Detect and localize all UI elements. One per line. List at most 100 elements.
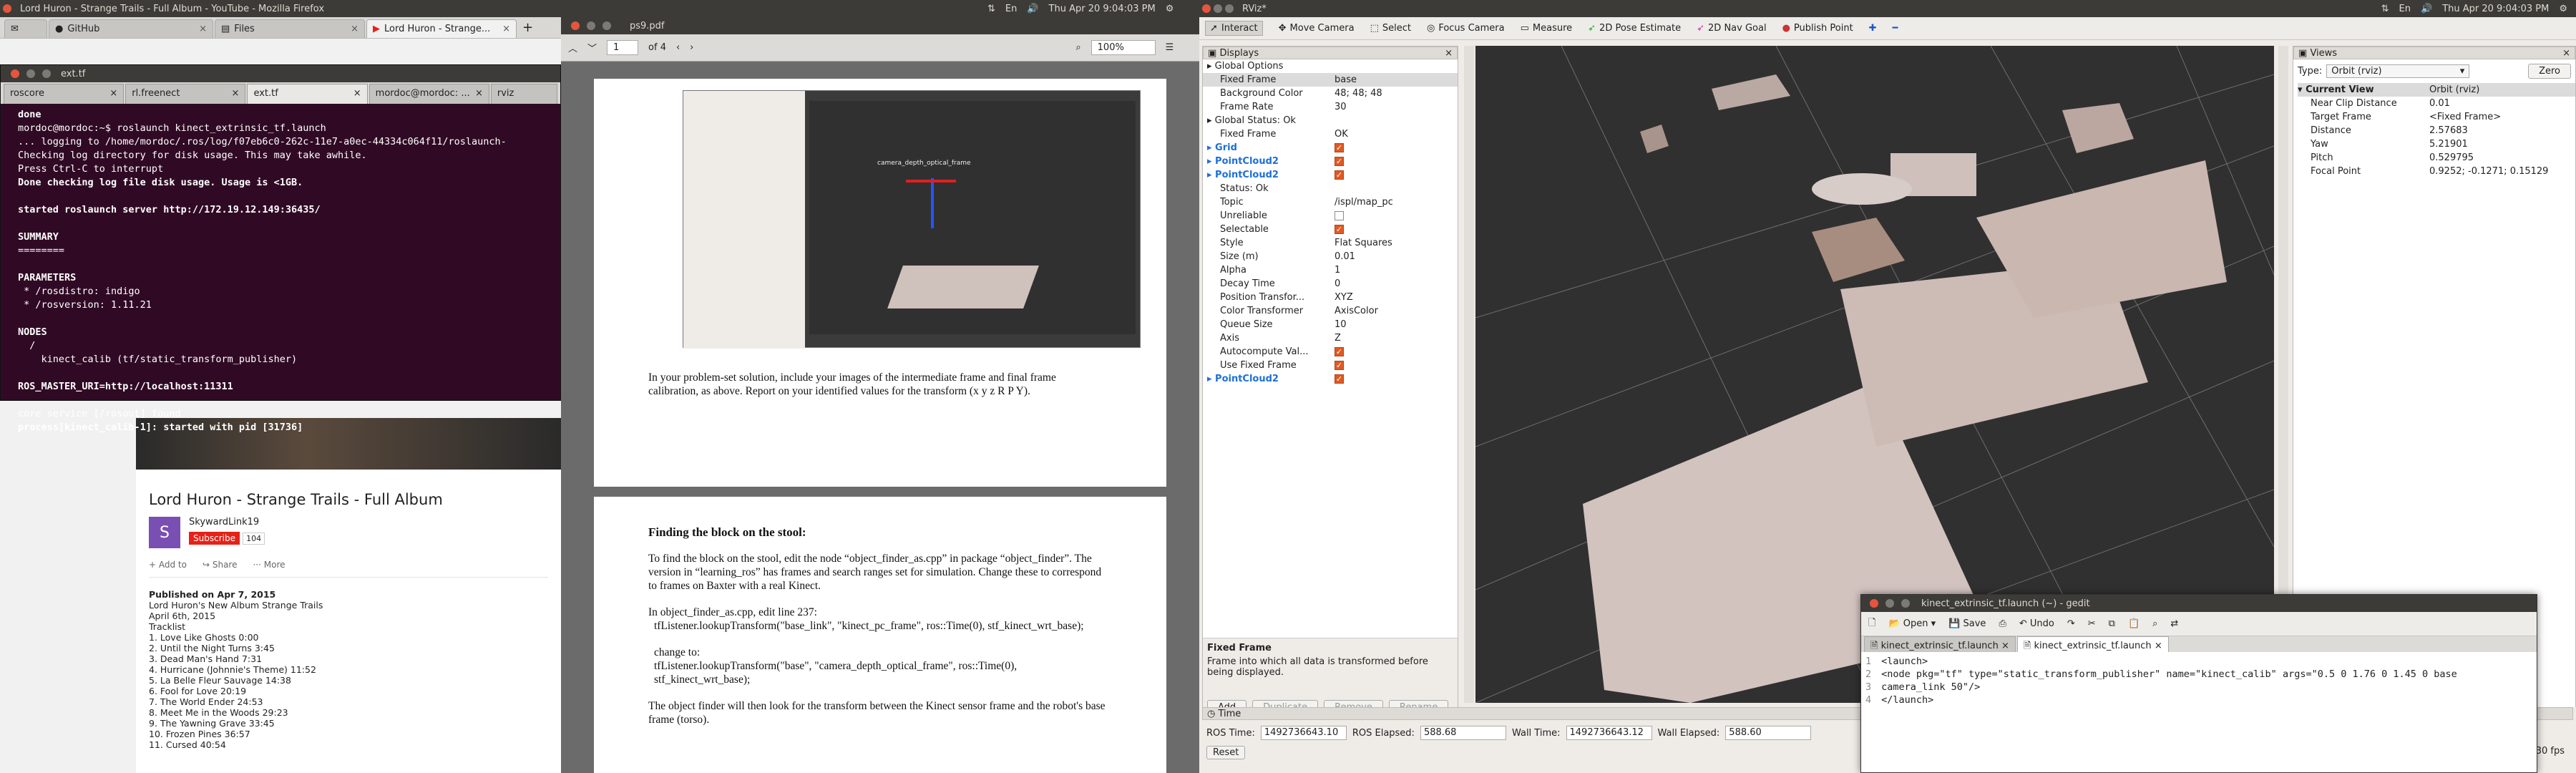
view-property-row[interactable]: Target Frame <Fixed Frame>	[2298, 110, 2575, 124]
print-icon[interactable]: ⎙	[1999, 618, 2006, 629]
display-property-row[interactable]: Status: Ok	[1203, 182, 1458, 195]
close-icon[interactable]: ×	[199, 24, 207, 34]
property-value[interactable]: 10	[1332, 318, 1458, 331]
minimize-icon[interactable]	[1885, 599, 1894, 608]
tab-youtube[interactable]: ▶ Lord Huron - Strange... ×	[366, 19, 517, 38]
settings-icon[interactable]: ⚙	[2559, 4, 2567, 14]
display-property-row[interactable]: Fixed Frame base	[1203, 73, 1458, 87]
property-value[interactable]: 0.529795	[2426, 151, 2575, 165]
checkbox[interactable]: ✓	[1335, 225, 1344, 234]
property-value[interactable]: 5.21901	[2426, 137, 2575, 151]
property-value[interactable]: ✓	[1332, 372, 1458, 386]
property-value[interactable]: 0	[1332, 277, 1458, 291]
redo-icon[interactable]: ↷	[2067, 618, 2075, 629]
current-view-row[interactable]: ▾ Current View Orbit (rviz)	[2298, 83, 2575, 97]
display-property-row[interactable]: Style Flat Squares	[1203, 236, 1458, 250]
display-property-row[interactable]: Autocompute Val... ✓	[1203, 345, 1458, 359]
minimize-icon[interactable]	[1214, 4, 1222, 13]
back-icon[interactable]: ‹	[676, 42, 680, 53]
close-icon[interactable]	[11, 69, 19, 78]
property-value[interactable]: 48; 48; 48	[1332, 87, 1458, 100]
view-property-row[interactable]: Yaw 5.21901	[2298, 137, 2575, 151]
splitter-left[interactable]	[1464, 46, 1474, 703]
property-value[interactable]: 0.9252; -0.1271; 0.15129	[2426, 165, 2575, 178]
replace-icon[interactable]: ⇄	[2170, 618, 2178, 629]
checkbox[interactable]: ✓	[1335, 143, 1344, 152]
view-property-row[interactable]: Near Clip Distance 0.01	[2298, 97, 2575, 110]
property-value[interactable]	[1332, 59, 1458, 73]
property-value[interactable]: ✓	[1332, 141, 1458, 155]
tab-files[interactable]: ▤ Files ×	[215, 19, 365, 38]
find-icon[interactable]: ⌕	[2152, 618, 2157, 629]
page-number-input[interactable]: 1	[607, 40, 639, 55]
clock[interactable]: Thu Apr 20 9:04:03 PM	[1049, 4, 1156, 14]
property-value[interactable]: 1	[1332, 263, 1458, 277]
close-icon[interactable]: ×	[502, 24, 510, 34]
checkbox[interactable]	[1335, 211, 1344, 220]
cut-icon[interactable]: ✂	[2088, 618, 2096, 629]
maximize-icon[interactable]	[602, 21, 611, 30]
open-button[interactable]: 📂 Open ▾	[1888, 618, 1936, 629]
close-icon[interactable]: ×	[109, 88, 117, 100]
maximize-icon[interactable]	[42, 69, 51, 78]
search-icon[interactable]: ⌕	[1075, 42, 1080, 53]
code-editor[interactable]: 1 <launch> 2 <node pkg="tf" type="static_…	[1861, 652, 2537, 709]
view-properties[interactable]: ▾ Current View Orbit (rviz) Near Clip Dis…	[2293, 83, 2575, 178]
settings-icon[interactable]: ⚙	[1166, 4, 1174, 14]
remove-tool-button[interactable]: ━	[1893, 23, 1898, 34]
property-value[interactable]	[1332, 209, 1458, 223]
terminal-tab[interactable]: rviz	[490, 84, 557, 104]
tool-measure[interactable]: ▭ Measure	[1521, 23, 1573, 34]
property-value[interactable]: ✓	[1332, 345, 1458, 359]
property-value[interactable]: ✓	[1332, 168, 1458, 182]
display-property-row[interactable]: Size (m) 0.01	[1203, 250, 1458, 263]
property-value[interactable]: OK	[1332, 127, 1458, 141]
close-icon[interactable]: ×	[2155, 641, 2162, 651]
close-icon[interactable]: ×	[351, 24, 358, 34]
display-property-row[interactable]: Frame Rate 30	[1203, 100, 1458, 114]
display-property-row[interactable]: ▸ PointCloud2 ✓	[1203, 372, 1458, 386]
add-to-button[interactable]: + Add to	[149, 560, 187, 570]
tab-gmail[interactable]: ✉	[4, 19, 47, 38]
property-value[interactable]: Flat Squares	[1332, 236, 1458, 250]
view-property-row[interactable]: Pitch 0.529795	[2298, 151, 2575, 165]
checkbox[interactable]: ✓	[1335, 347, 1344, 356]
terminal-tab-active[interactable]: ext.tf ×	[247, 84, 368, 104]
clock[interactable]: Thu Apr 20 9:04:03 PM	[2442, 4, 2549, 14]
channel-name[interactable]: SkywardLink19	[189, 517, 265, 528]
display-property-row[interactable]: Queue Size 10	[1203, 318, 1458, 331]
more-button[interactable]: ··· More	[253, 560, 285, 570]
display-property-row[interactable]: ▸ PointCloud2 ✓	[1203, 155, 1458, 168]
checkbox[interactable]: ✓	[1335, 157, 1344, 166]
checkbox[interactable]: ✓	[1335, 170, 1344, 180]
display-property-row[interactable]: Selectable ✓	[1203, 223, 1458, 236]
display-property-row[interactable]: Use Fixed Frame ✓	[1203, 359, 1458, 372]
menu-icon[interactable]: ☰	[1166, 42, 1174, 53]
property-value[interactable]: 2.57683	[2426, 124, 2575, 137]
property-value[interactable]: /ispl/map_pc	[1332, 195, 1458, 209]
undo-button[interactable]: ↶ Undo	[2019, 618, 2054, 629]
property-value[interactable]	[1332, 114, 1458, 127]
add-tool-button[interactable]: ✚	[1869, 23, 1877, 34]
close-icon[interactable]: ×	[353, 88, 361, 100]
property-value[interactable]: 0.01	[1332, 250, 1458, 263]
volume-icon[interactable]: 🔊	[2421, 4, 2432, 14]
display-property-row[interactable]: ▸ PointCloud2 ✓	[1203, 168, 1458, 182]
display-property-row[interactable]: ▸ Grid ✓	[1203, 141, 1458, 155]
copy-icon[interactable]: ⧉	[2109, 618, 2115, 629]
display-property-row[interactable]: Background Color 48; 48; 48	[1203, 87, 1458, 100]
terminal-tab[interactable]: roscore ×	[4, 84, 125, 104]
minimize-icon[interactable]	[26, 69, 35, 78]
close-icon[interactable]: ×	[475, 88, 483, 100]
paste-icon[interactable]: 📋	[2128, 618, 2140, 629]
property-value[interactable]: Z	[1332, 331, 1458, 345]
tool-2d-nav-goal[interactable]: ➶ 2D Nav Goal	[1697, 23, 1766, 34]
tool-focus-camera[interactable]: ◎ Focus Camera	[1427, 23, 1505, 34]
tool-select[interactable]: ⬚ Select	[1370, 23, 1411, 34]
avatar[interactable]: S	[149, 517, 180, 548]
tool-interact[interactable]: ➚ Interact	[1205, 21, 1263, 36]
maximize-icon[interactable]	[1225, 4, 1234, 13]
tool-publish-point[interactable]: ● Publish Point	[1782, 23, 1853, 34]
display-property-row[interactable]: Unreliable	[1203, 209, 1458, 223]
terminal-output[interactable]: done mordoc@mordoc:~$ roslaunch kinect_ex…	[1, 104, 560, 439]
